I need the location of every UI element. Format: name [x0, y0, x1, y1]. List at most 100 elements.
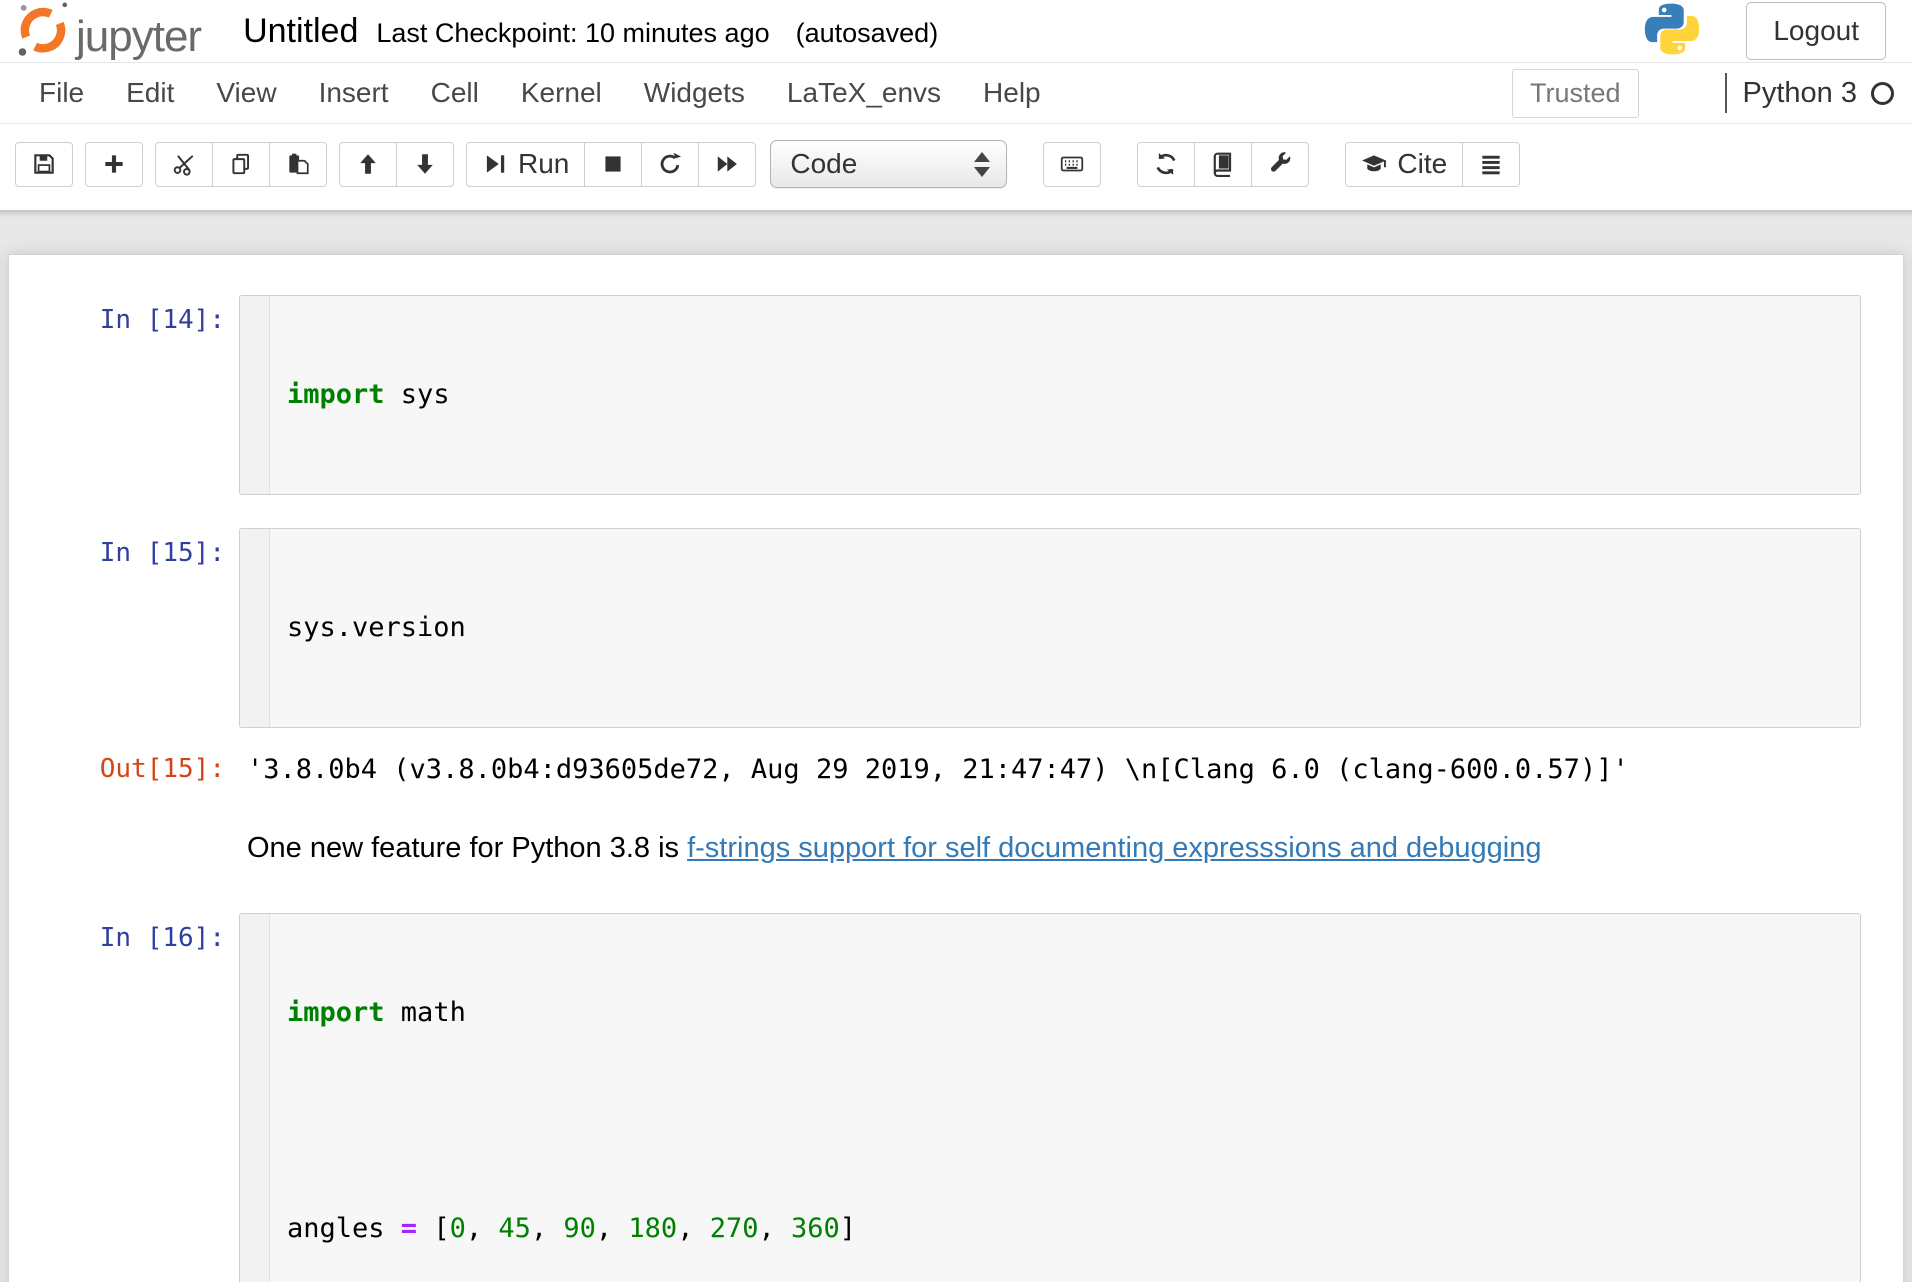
jupyter-notebook-app: jupyter Untitled Last Checkpoint: 10 min…	[0, 0, 1912, 1282]
copy-icon	[228, 151, 254, 177]
cell-type-dropdown[interactable]: Code	[770, 140, 1007, 188]
cite-button[interactable]: Cite	[1345, 142, 1463, 187]
interrupt-kernel-button[interactable]	[584, 142, 642, 187]
notebook-site: In [14]: import sys In [15]: sys.version	[0, 210, 1912, 1282]
restart-run-all-button[interactable]	[698, 142, 756, 187]
restart-kernel-button[interactable]	[641, 142, 699, 187]
autosave-status: (autosaved)	[796, 18, 939, 49]
menu-view[interactable]: View	[195, 67, 297, 119]
menubar: File Edit View Insert Cell Kernel Widget…	[0, 62, 1912, 124]
code-token: sys	[385, 379, 450, 410]
code-line: import math	[287, 995, 1850, 1031]
code-cell-15: In [15]: sys.version	[9, 528, 1903, 728]
wrench-icon	[1267, 151, 1293, 177]
code-token: [	[417, 1213, 450, 1244]
code-line: angles = [0, 45, 90, 180, 270, 360]	[287, 1211, 1850, 1247]
restart-icon	[657, 151, 683, 177]
notebook-title[interactable]: Untitled	[243, 12, 358, 51]
paste-icon	[285, 151, 311, 177]
restart-run-all-icon	[714, 151, 740, 177]
refresh-bibliography-icon	[1153, 151, 1179, 177]
code-token: 0	[450, 1213, 466, 1244]
code-line	[287, 1103, 1850, 1139]
paste-cells-button[interactable]	[269, 142, 327, 187]
checkpoint-status: Last Checkpoint: 10 minutes ago	[376, 18, 769, 49]
menu-widgets[interactable]: Widgets	[623, 67, 766, 119]
menu-kernel[interactable]: Kernel	[500, 67, 623, 119]
markdown-prompt-spacer	[9, 831, 239, 865]
cut-cells-button[interactable]	[155, 142, 213, 187]
add-cell-icon	[101, 151, 127, 177]
save-button[interactable]	[15, 142, 73, 187]
menu-latex-envs[interactable]: LaTeX_envs	[766, 67, 962, 119]
code-token: import	[287, 997, 385, 1028]
input-prompt: In [16]:	[9, 913, 239, 1282]
notebook-container: In [14]: import sys In [15]: sys.version	[8, 254, 1904, 1282]
move-cell-down-button[interactable]	[396, 142, 454, 187]
title-block: Untitled Last Checkpoint: 10 minutes ago…	[243, 12, 938, 51]
menubar-right: Trusted Python 3	[1512, 69, 1894, 118]
move-cell-up-button[interactable]	[339, 142, 397, 187]
menubar-separator	[1725, 73, 1727, 113]
cell-type-selected-value: Code	[790, 148, 974, 180]
code-token: ,	[531, 1213, 564, 1244]
code-token: ,	[677, 1213, 710, 1244]
menu-file[interactable]: File	[18, 67, 105, 119]
table-of-contents-button[interactable]	[1462, 142, 1520, 187]
output-prompt: Out[15]:	[9, 752, 239, 785]
latex-settings-button[interactable]	[1251, 142, 1309, 187]
table-of-contents-icon	[1478, 151, 1504, 177]
read-bibliography-button[interactable]	[1194, 142, 1252, 187]
code-line: sys.version	[287, 610, 1850, 646]
interrupt-icon	[600, 151, 626, 177]
code-input-area[interactable]: import sys	[239, 295, 1861, 495]
menu-cell[interactable]: Cell	[410, 67, 500, 119]
jupyter-logo-text: jupyter	[76, 11, 201, 63]
markdown-text: One new feature for Python 3.8 is	[247, 832, 687, 864]
code-token: 180	[628, 1213, 677, 1244]
menu-help[interactable]: Help	[962, 67, 1062, 119]
code-input-area[interactable]: sys.version	[239, 528, 1861, 728]
code-token: ]	[840, 1213, 856, 1244]
input-prompt: In [15]:	[9, 528, 239, 728]
add-cell-button[interactable]	[85, 142, 143, 187]
code-token: =	[401, 1213, 417, 1244]
keyboard-icon	[1059, 151, 1085, 177]
code-gutter	[240, 296, 270, 494]
jupyter-logo[interactable]: jupyter	[16, 0, 201, 63]
code-token: ,	[759, 1213, 792, 1244]
kernel-name: Python 3	[1743, 77, 1857, 110]
refresh-bibliography-button[interactable]	[1137, 142, 1195, 187]
save-icon	[31, 151, 57, 177]
run-button-label: Run	[518, 148, 569, 180]
run-icon	[482, 151, 508, 177]
logout-button[interactable]: Logout	[1746, 2, 1886, 60]
markdown-cell: One new feature for Python 3.8 is f-stri…	[9, 831, 1903, 865]
code-token: 90	[563, 1213, 596, 1244]
command-palette-button[interactable]	[1043, 142, 1101, 187]
code-input-area[interactable]: import math angles = [0, 45, 90, 180, 27…	[239, 913, 1861, 1282]
graduation-cap-icon	[1361, 151, 1387, 177]
code-token: ,	[596, 1213, 629, 1244]
code-token: 45	[498, 1213, 531, 1244]
code-token: import	[287, 379, 385, 410]
code-cell-16: In [16]: import math angles = [0, 45, 90…	[9, 913, 1903, 1282]
run-cell-button[interactable]: Run	[466, 142, 585, 187]
toolbar: Run Code	[0, 124, 1912, 210]
copy-cells-button[interactable]	[212, 142, 270, 187]
menu-insert[interactable]: Insert	[298, 67, 410, 119]
code-line: import sys	[287, 377, 1850, 413]
menu-edit[interactable]: Edit	[105, 67, 195, 119]
markdown-content: One new feature for Python 3.8 is f-stri…	[239, 831, 1541, 865]
cut-icon	[171, 151, 197, 177]
fstrings-doc-link[interactable]: f-strings support for self documenting e…	[687, 832, 1541, 864]
trusted-badge[interactable]: Trusted	[1512, 69, 1639, 118]
code-token: sys.version	[287, 612, 466, 643]
move-down-icon	[412, 151, 438, 177]
cite-button-label: Cite	[1397, 148, 1447, 180]
header: jupyter Untitled Last Checkpoint: 10 min…	[0, 0, 1912, 62]
code-token: angles	[287, 1213, 401, 1244]
book-icon	[1210, 151, 1236, 177]
dropdown-arrows-icon	[974, 152, 990, 177]
output-row-15: Out[15]: '3.8.0b4 (v3.8.0b4:d93605de72, …	[9, 752, 1903, 785]
